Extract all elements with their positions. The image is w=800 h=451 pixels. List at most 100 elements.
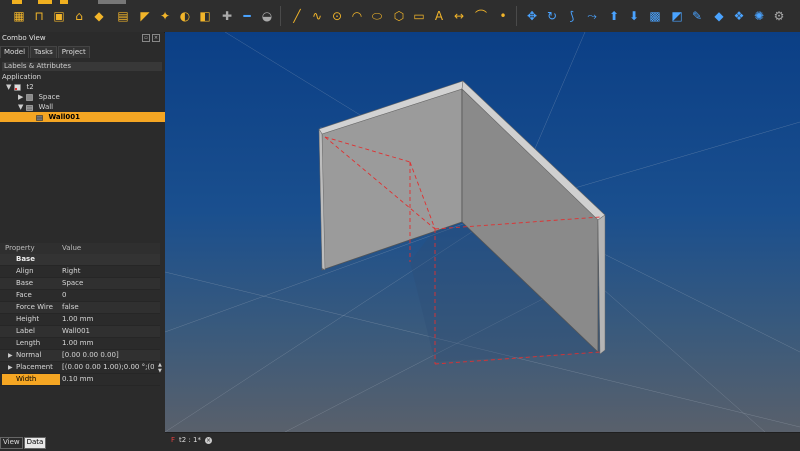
property-value[interactable]: [0.00 0.00 0.00] — [62, 350, 154, 361]
tree-item-application[interactable]: Application — [0, 72, 163, 82]
move-tool-icon[interactable]: ✥ — [525, 9, 539, 23]
document-tab-label: t2 : 1* — [179, 436, 201, 444]
tree-item-wall[interactable]: ▼ Wall — [0, 102, 179, 112]
array-tool-icon[interactable]: ◆ — [712, 9, 726, 23]
space-icon — [26, 93, 34, 101]
arc-tool-icon[interactable]: ◠ — [350, 9, 364, 23]
expand-arrow-icon[interactable]: ▼ — [18, 102, 24, 112]
remove-icon[interactable]: ━ — [240, 9, 254, 23]
toolbar-strip — [60, 0, 68, 4]
snap-tool-icon[interactable]: ✺ — [752, 9, 766, 23]
document-tab-bar: F t2 : 1* × — [165, 432, 800, 451]
arch-structure-tool-icon[interactable]: ⊓ — [32, 9, 46, 23]
bspline-tool-icon[interactable]: ⌒ — [474, 9, 488, 23]
document-icon — [14, 83, 22, 91]
property-row[interactable]: Length 1.00 mm — [0, 338, 160, 350]
arch-floor-tool-icon[interactable]: ▣ — [52, 9, 66, 23]
property-value[interactable]: Space — [62, 278, 154, 289]
tab-project[interactable]: Project — [57, 46, 90, 58]
offset-tool-icon[interactable]: ⟆ — [565, 9, 579, 23]
line-tool-icon[interactable]: ╱ — [290, 9, 304, 23]
property-value[interactable]: 1.00 mm — [62, 338, 154, 349]
property-scrollbar[interactable]: ▲ ▼ — [158, 362, 162, 382]
property-row[interactable]: Face 0 — [0, 290, 160, 302]
property-row[interactable]: Align Right — [0, 266, 160, 278]
property-row[interactable]: Base Space — [0, 278, 160, 290]
downgrade-tool-icon[interactable]: ⬇ — [627, 9, 641, 23]
rectangle-tool-icon[interactable]: ▭ — [412, 9, 426, 23]
tree-item-label: Wall001 — [48, 113, 81, 121]
tree-item-label: t2 — [26, 83, 34, 91]
property-row[interactable]: ▶ Normal [0.00 0.00 0.00] — [0, 350, 160, 362]
draft-to-sketch-tool-icon[interactable]: ✎ — [690, 9, 704, 23]
float-panel-button[interactable]: ▫ — [142, 34, 150, 42]
3d-viewport[interactable] — [165, 32, 800, 432]
tree-item-label: Wall — [38, 103, 54, 111]
property-tabs: View Data — [0, 437, 47, 449]
arch-space-tool-icon[interactable]: ◧ — [198, 9, 212, 23]
survey-icon[interactable]: ◒ — [260, 9, 274, 23]
property-value[interactable]: Wall001 — [62, 326, 154, 337]
wire-tool-icon[interactable]: ∿ — [310, 9, 324, 23]
dimension-tool-icon[interactable]: ↔ — [452, 9, 466, 23]
arch-site-tool-icon[interactable]: ◆ — [92, 9, 106, 23]
property-row[interactable]: Force Wire false — [0, 302, 160, 314]
arch-building-tool-icon[interactable]: ⌂ — [72, 9, 86, 23]
scale-tool-icon[interactable]: ▩ — [648, 9, 662, 23]
property-value[interactable]: [(0.00 0.00 1.00);0.00 °;(0... — [62, 362, 154, 373]
combo-view-title: Combo View — [2, 34, 46, 42]
upgrade-tool-icon[interactable]: ⬆ — [607, 9, 621, 23]
expand-arrow-icon[interactable]: ▶ — [18, 92, 24, 102]
property-name: Base — [16, 279, 34, 287]
tab-data[interactable]: Data — [23, 437, 47, 449]
property-row-width[interactable]: Width 0.10 mm — [0, 374, 160, 386]
point-tool-icon[interactable]: • — [496, 9, 510, 23]
expand-arrow-icon[interactable]: ▼ — [6, 82, 12, 92]
property-value[interactable]: Right — [62, 266, 154, 277]
polygon-tool-icon[interactable]: ⬡ — [392, 9, 406, 23]
document-tab[interactable]: F t2 : 1* × — [171, 436, 212, 444]
property-row[interactable]: ▶ Placement [(0.00 0.00 1.00);0.00 °;(0.… — [0, 362, 160, 374]
close-panel-button[interactable]: × — [152, 34, 160, 42]
wall-icon — [36, 114, 43, 121]
text-tool-icon[interactable]: A — [432, 9, 446, 23]
value-column-header: Value — [62, 244, 82, 252]
labels-attributes-header: Labels & Attributes — [2, 62, 162, 71]
expand-arrow-icon[interactable]: ▶ — [8, 362, 13, 373]
tree-item-t2[interactable]: ▼ t2 — [0, 82, 167, 92]
scene-svg[interactable] — [165, 32, 800, 432]
property-name: Width — [2, 374, 60, 385]
shape2dview-tool-icon[interactable]: ◩ — [670, 9, 684, 23]
property-value[interactable]: false — [62, 302, 154, 313]
property-row[interactable]: Label Wall001 — [0, 326, 160, 338]
close-tab-icon[interactable]: × — [205, 436, 212, 444]
settings-icon[interactable]: ⚙ — [772, 9, 786, 23]
circle-tool-icon[interactable]: ⊙ — [330, 9, 344, 23]
toolbar-strip — [98, 0, 126, 4]
tab-view[interactable]: View — [0, 437, 23, 449]
property-group-base[interactable]: Base — [0, 254, 160, 266]
ellipse-tool-icon[interactable]: ⬭ — [370, 9, 384, 23]
tree-item-space[interactable]: ▶ Space — [0, 92, 179, 102]
arch-roof-tool-icon[interactable]: ◤ — [138, 9, 152, 23]
freecad-document-icon: F — [171, 436, 176, 444]
tab-model[interactable]: Model — [0, 46, 30, 58]
arch-wall-tool-icon[interactable]: ▦ — [12, 9, 26, 23]
clone-tool-icon[interactable]: ❖ — [732, 9, 746, 23]
property-row[interactable]: Height 1.00 mm — [0, 314, 160, 326]
expand-arrow-icon[interactable]: ▶ — [8, 350, 13, 361]
property-value[interactable]: 0 — [62, 290, 154, 301]
arch-axis-tool-icon[interactable]: ✦ — [158, 9, 172, 23]
property-name: Placement — [16, 363, 53, 371]
arch-window-tool-icon[interactable]: ▤ — [116, 9, 130, 23]
arch-section-tool-icon[interactable]: ◐ — [178, 9, 192, 23]
rotate-tool-icon[interactable]: ↻ — [545, 9, 559, 23]
combo-view-tabs: Model Tasks Project — [0, 46, 91, 58]
property-value[interactable]: 0.10 mm — [62, 374, 154, 385]
trim-tool-icon[interactable]: ⤳ — [585, 9, 599, 23]
tab-tasks[interactable]: Tasks — [30, 46, 57, 58]
tree-item-label: Application — [2, 73, 42, 81]
property-value[interactable]: 1.00 mm — [62, 314, 154, 325]
add-icon[interactable]: ✚ — [220, 9, 234, 23]
property-name: Face — [16, 291, 32, 299]
